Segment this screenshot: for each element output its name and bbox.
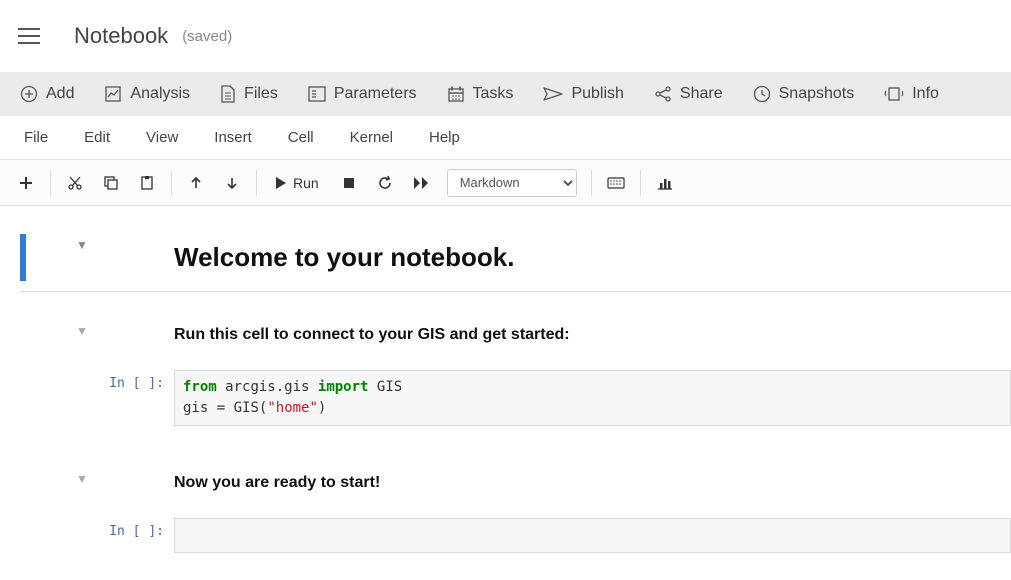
analysis-icon <box>104 85 122 103</box>
prompt <box>102 234 174 240</box>
share-label: Share <box>680 85 723 103</box>
cell-select-bar <box>20 370 26 426</box>
markdown-cell[interactable]: ▼ Now you are ready to start! <box>0 466 1011 500</box>
share-button[interactable]: Share <box>644 79 733 109</box>
parameters-icon <box>308 86 326 102</box>
run-button[interactable]: Run <box>263 166 331 200</box>
restart-icon <box>377 175 393 191</box>
cell-select-bar <box>20 322 26 348</box>
parameters-button[interactable]: Parameters <box>298 79 427 109</box>
separator <box>591 170 592 196</box>
prompt <box>102 470 174 476</box>
cell-heading: Now you are ready to start! <box>174 470 1011 496</box>
analysis-label: Analysis <box>130 85 190 103</box>
publish-button[interactable]: Publish <box>533 79 633 109</box>
stop-icon <box>343 177 355 189</box>
keyboard-icon <box>607 177 625 189</box>
cell-select-bar <box>20 470 26 496</box>
info-button[interactable]: Info <box>874 79 949 109</box>
parameters-label: Parameters <box>334 85 417 103</box>
add-label: Add <box>46 85 74 103</box>
snapshots-button[interactable]: Snapshots <box>743 79 865 109</box>
markdown-cell[interactable]: ▼ Run this cell to connect to your GIS a… <box>0 318 1011 352</box>
input-prompt: In [ ]: <box>102 518 174 539</box>
paste-button[interactable] <box>129 166 165 200</box>
code-input[interactable] <box>174 518 1011 553</box>
cell-select-bar <box>20 234 26 281</box>
copy-icon <box>103 175 119 191</box>
add-button[interactable]: Add <box>10 79 84 109</box>
cell-type-select[interactable]: Markdown <box>447 169 577 197</box>
notebook-content: ▼ Welcome to your notebook. ▼ Run this c… <box>0 206 1011 557</box>
menu-insert[interactable]: Insert <box>196 121 270 154</box>
analysis-button[interactable]: Analysis <box>94 79 200 109</box>
menu-edit[interactable]: Edit <box>66 121 128 154</box>
cell-select-bar <box>20 518 26 553</box>
menubar: File Edit View Insert Cell Kernel Help <box>0 116 1011 160</box>
collapse-toggle[interactable]: ▼ <box>76 324 94 338</box>
command-palette-button[interactable] <box>598 166 634 200</box>
tasks-button[interactable]: Tasks <box>437 79 524 109</box>
paste-icon <box>139 175 155 191</box>
publish-icon <box>543 87 563 101</box>
notebook-toolbar: Run Markdown <box>0 160 1011 206</box>
separator <box>256 170 257 196</box>
snapshots-icon <box>753 85 771 103</box>
separator <box>171 170 172 196</box>
markdown-cell[interactable]: ▼ Welcome to your notebook. <box>0 230 1011 285</box>
move-down-button[interactable] <box>214 166 250 200</box>
collapse-toggle[interactable]: ▼ <box>76 238 94 252</box>
save-status: (saved) <box>182 28 232 45</box>
separator <box>50 170 51 196</box>
tasks-label: Tasks <box>473 85 514 103</box>
menu-help[interactable]: Help <box>411 121 478 154</box>
separator <box>640 170 641 196</box>
code-cell[interactable]: In [ ]: from arcgis.gis import GIS gis =… <box>0 366 1011 430</box>
cut-button[interactable] <box>57 166 93 200</box>
snapshots-label: Snapshots <box>779 85 855 103</box>
menu-view[interactable]: View <box>128 121 196 154</box>
menu-kernel[interactable]: Kernel <box>332 121 411 154</box>
interrupt-button[interactable] <box>331 166 367 200</box>
run-label: Run <box>293 175 319 191</box>
menu-file[interactable]: File <box>6 121 66 154</box>
code-cell[interactable]: In [ ]: <box>0 514 1011 557</box>
scissors-icon <box>67 175 83 191</box>
restart-button[interactable] <box>367 166 403 200</box>
play-icon <box>275 176 287 190</box>
add-icon <box>20 85 38 103</box>
collapse-toggle[interactable]: ▼ <box>76 472 94 486</box>
arrow-down-icon <box>225 176 239 190</box>
info-icon <box>884 85 904 103</box>
publish-label: Publish <box>571 85 623 103</box>
files-icon <box>220 85 236 103</box>
share-icon <box>654 85 672 103</box>
fast-forward-icon <box>413 176 429 190</box>
info-label: Info <box>912 85 939 103</box>
notebook-title: Notebook <box>74 23 168 49</box>
insert-cell-button[interactable] <box>8 166 44 200</box>
chart-button[interactable] <box>647 166 683 200</box>
restart-run-all-button[interactable] <box>403 166 439 200</box>
menu-cell[interactable]: Cell <box>270 121 332 154</box>
copy-button[interactable] <box>93 166 129 200</box>
files-button[interactable]: Files <box>210 79 288 109</box>
input-prompt: In [ ]: <box>102 370 174 391</box>
cell-heading: Welcome to your notebook. <box>174 234 1011 281</box>
prompt <box>102 322 174 328</box>
files-label: Files <box>244 85 278 103</box>
app-toolbar: Add Analysis Files Parameters Tasks Publ… <box>0 72 1011 116</box>
move-up-button[interactable] <box>178 166 214 200</box>
app-header: Notebook (saved) <box>0 0 1011 72</box>
code-input[interactable]: from arcgis.gis import GIS gis = GIS("ho… <box>174 370 1011 426</box>
plus-icon <box>19 176 33 190</box>
arrow-up-icon <box>189 176 203 190</box>
cell-heading: Run this cell to connect to your GIS and… <box>174 322 1011 348</box>
tasks-icon <box>447 85 465 103</box>
chart-icon <box>657 176 673 190</box>
menu-toggle-icon[interactable] <box>18 28 40 44</box>
